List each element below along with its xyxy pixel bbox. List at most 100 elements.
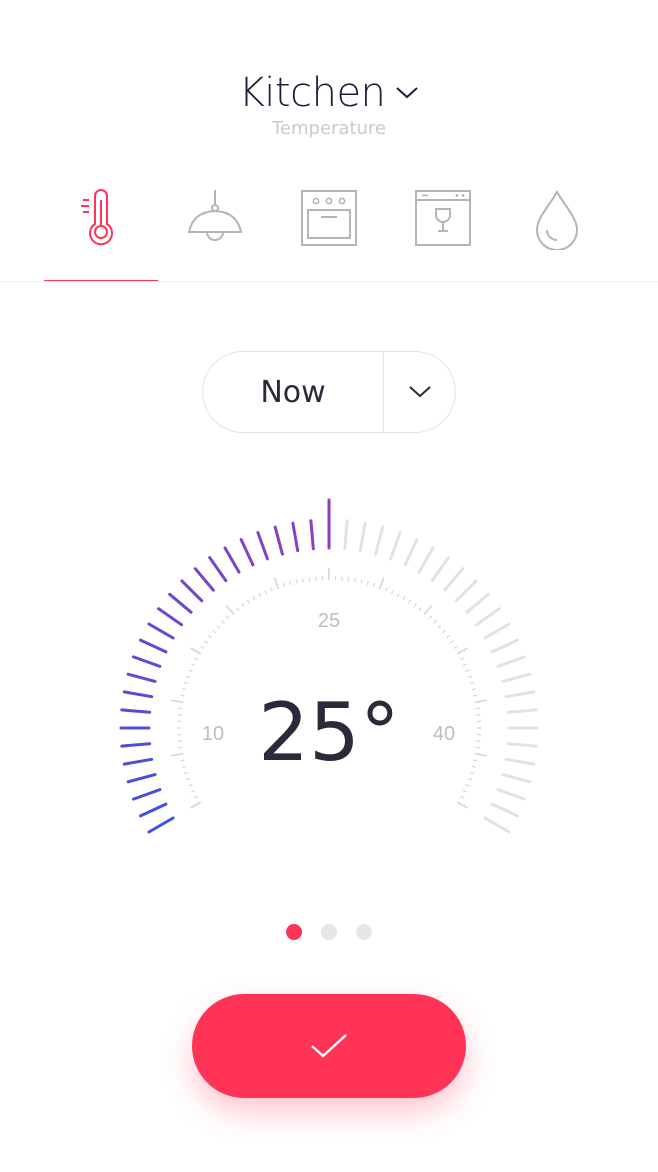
time-select[interactable]: Now <box>202 351 456 433</box>
tab-oven[interactable] <box>272 180 386 282</box>
chevron-down-icon <box>408 386 431 398</box>
dial-tick <box>168 592 193 614</box>
dial-tick <box>504 757 536 766</box>
dial-minor-tick <box>460 657 465 661</box>
dial-tick <box>504 690 536 699</box>
scale-label-mid: 25 <box>318 610 340 632</box>
dial-tick <box>501 773 532 784</box>
device-tabs <box>0 180 658 282</box>
dial-minor-tick <box>200 645 205 650</box>
dial-minor-tick <box>423 604 433 616</box>
scale-label-min: 10 <box>202 723 224 745</box>
temperature-value: 25° <box>258 686 400 779</box>
dial-minor-tick <box>236 607 240 611</box>
dial-minor-tick <box>360 579 363 584</box>
dial-minor-tick <box>470 681 475 685</box>
dial-tick <box>474 607 501 627</box>
dial-minor-tick <box>289 581 292 586</box>
dial-minor-tick <box>475 746 480 749</box>
dial-minor-tick <box>216 624 221 629</box>
dial-minor-tick <box>282 582 286 587</box>
dial-minor-tick <box>182 688 187 691</box>
dial-minor-tick <box>273 577 280 590</box>
dial-minor-tick <box>453 645 458 650</box>
tab-water[interactable] <box>500 180 614 282</box>
page-dot[interactable] <box>356 924 372 940</box>
dial-minor-tick <box>178 707 183 710</box>
chevron-down-icon <box>396 87 419 99</box>
tab-dishwasher[interactable] <box>386 180 500 282</box>
dial-minor-tick <box>171 752 184 757</box>
dial-minor-tick <box>188 669 193 672</box>
temperature-dial[interactable]: 10 25 40 25° <box>0 480 658 900</box>
room-selector[interactable]: Kitchen <box>239 70 420 116</box>
dial-minor-tick <box>258 592 262 597</box>
page-dot[interactable] <box>321 924 337 940</box>
dial-tick <box>506 742 538 748</box>
ceiling-lamp-icon <box>187 190 243 241</box>
dial-minor-tick <box>246 599 251 604</box>
dial-minor-tick <box>347 577 350 582</box>
dial-minor-tick <box>467 778 473 781</box>
dial-tick <box>443 567 465 592</box>
tab-temperature[interactable] <box>44 180 158 282</box>
dial-tick <box>239 538 255 567</box>
dial-minor-tick <box>385 587 388 592</box>
dial-tick <box>193 567 215 592</box>
dial-minor-tick <box>190 647 202 655</box>
dial-tick <box>417 546 435 574</box>
dial-tick <box>454 579 478 603</box>
dial-tick <box>496 655 526 668</box>
dial-minor-tick <box>180 759 185 762</box>
dial-minor-tick <box>402 596 406 601</box>
dial-tick <box>157 607 184 627</box>
dial-minor-tick <box>225 604 235 616</box>
dial-minor-tick <box>178 746 183 749</box>
dial-tick <box>389 531 402 561</box>
dial-tick <box>132 788 162 801</box>
room-title: Kitchen <box>238 70 386 116</box>
dial-minor-tick <box>185 778 191 781</box>
dial-minor-tick <box>193 657 198 661</box>
dial-tick <box>309 519 315 551</box>
dial-minor-tick <box>449 640 454 644</box>
dial-minor-tick <box>467 675 473 678</box>
dial-tick <box>483 622 511 640</box>
time-select-toggle[interactable] <box>384 384 455 400</box>
dial-minor-tick <box>183 681 188 685</box>
dial-minor-tick <box>456 801 468 809</box>
dial-minor-tick <box>460 795 465 799</box>
dial-minor-tick <box>418 607 422 611</box>
dial-minor-tick <box>465 669 470 672</box>
oven-icon <box>301 190 357 246</box>
dial-minor-tick <box>190 789 196 793</box>
dishwasher-icon <box>415 190 471 246</box>
tab-lighting[interactable] <box>158 180 272 282</box>
header: Kitchen Temperature <box>0 70 658 139</box>
dial-minor-tick <box>241 603 245 608</box>
dial-minor-tick <box>428 615 433 620</box>
dial-tick <box>343 519 349 551</box>
dial-minor-tick <box>183 771 188 775</box>
dial-minor-tick <box>366 581 369 586</box>
tabs-divider <box>0 281 658 282</box>
dial-minor-tick <box>252 596 256 601</box>
dial-tick <box>291 521 300 553</box>
dial-minor-tick <box>212 629 216 634</box>
dial-minor-tick <box>225 615 230 620</box>
dial-minor-tick <box>204 640 209 644</box>
dial-minor-tick <box>470 771 475 775</box>
dial-minor-tick <box>188 784 193 787</box>
confirm-button[interactable] <box>192 994 466 1098</box>
scale-label-max: 40 <box>433 723 455 745</box>
dial-tick <box>496 788 526 801</box>
dial-minor-tick <box>302 578 304 583</box>
dial-minor-tick <box>378 577 385 590</box>
dial-minor-tick <box>473 759 478 762</box>
dial-tick <box>120 708 152 714</box>
page-dot[interactable] <box>286 924 302 940</box>
dial-tick <box>501 672 532 683</box>
dial-minor-tick <box>471 765 476 768</box>
thermometer-icon <box>81 189 113 246</box>
dial-minor-tick <box>465 784 470 787</box>
